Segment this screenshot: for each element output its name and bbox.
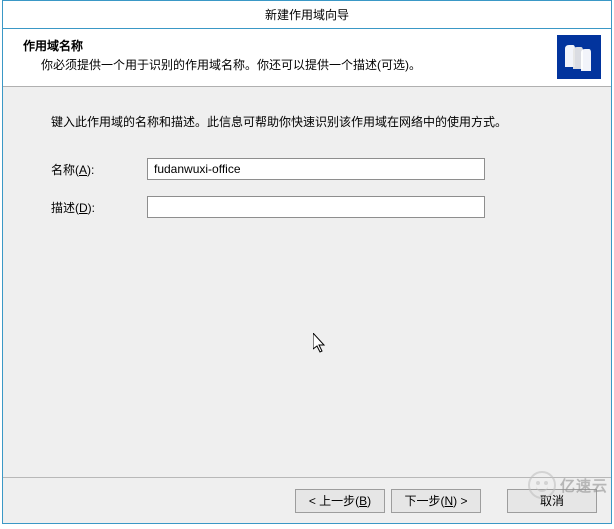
wizard-header: 作用域名称 你必须提供一个用于识别的作用域名称。你还可以提供一个描述(可选)。 xyxy=(3,29,611,87)
description-input[interactable] xyxy=(147,196,485,218)
cursor-icon xyxy=(313,333,329,355)
description-row: 描述(D): xyxy=(51,196,587,218)
intro-text: 键入此作用域的名称和描述。此信息可帮助你快速识别该作用域在网络中的使用方式。 xyxy=(51,113,587,130)
wizard-content: 键入此作用域的名称和描述。此信息可帮助你快速识别该作用域在网络中的使用方式。 名… xyxy=(3,87,611,477)
name-label: 名称(A): xyxy=(51,161,147,178)
wizard-window: 新建作用域向导 作用域名称 你必须提供一个用于识别的作用域名称。你还可以提供一个… xyxy=(2,0,612,524)
name-row: 名称(A): xyxy=(51,158,587,180)
description-label: 描述(D): xyxy=(51,199,147,216)
scope-books-icon xyxy=(557,35,601,79)
header-subtitle: 你必须提供一个用于识别的作用域名称。你还可以提供一个描述(可选)。 xyxy=(41,56,595,73)
window-title: 新建作用域向导 xyxy=(265,8,349,22)
next-button[interactable]: 下一步(N) > xyxy=(391,489,481,513)
wizard-button-bar: < 上一步(B) 下一步(N) > 取消 xyxy=(3,477,611,523)
window-titlebar[interactable]: 新建作用域向导 xyxy=(3,1,611,29)
back-button[interactable]: < 上一步(B) xyxy=(295,489,385,513)
header-title: 作用域名称 xyxy=(23,37,595,54)
cancel-button[interactable]: 取消 xyxy=(507,489,597,513)
name-input[interactable] xyxy=(147,158,485,180)
